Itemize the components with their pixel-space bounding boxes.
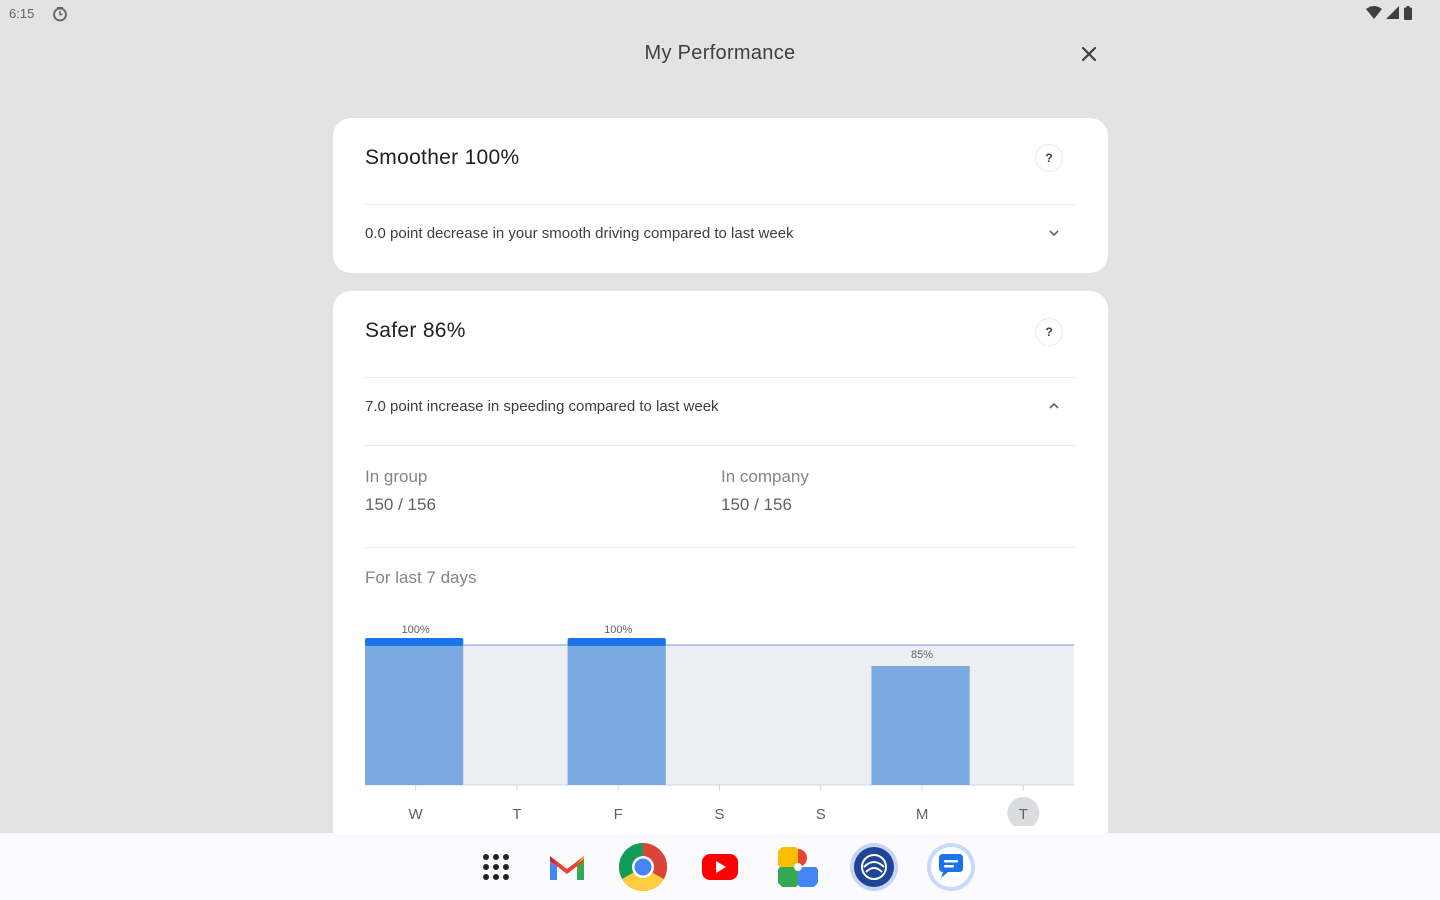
chart-x-tick-label: T xyxy=(512,806,521,823)
smoother-summary-text: 0.0 point decrease in your smooth drivin… xyxy=(365,224,794,242)
chart-data-label: 100% xyxy=(604,624,632,636)
smoother-card: Smoother 100% ? 0.0 point decrease in yo… xyxy=(333,118,1108,273)
safer-bar-chart: 100% W T 100% F S S 85% M T xyxy=(365,624,1074,826)
chart-bar xyxy=(871,666,970,785)
youtube-icon[interactable] xyxy=(695,842,745,892)
chart-x-tick-label: W xyxy=(409,806,424,823)
screen-record-icon xyxy=(53,7,67,22)
in-group-value: 150 / 156 xyxy=(365,495,436,514)
safer-help-button[interactable]: ? xyxy=(1035,318,1063,346)
page-title: My Performance xyxy=(644,42,796,64)
chart-data-label: 85% xyxy=(911,649,933,661)
safer-summary-row[interactable]: 7.0 point increase in speeding compared … xyxy=(365,394,1076,418)
status-time: 6:15 xyxy=(9,6,35,21)
in-company-stat: In company 150 / 156 xyxy=(721,467,809,515)
chart-x-tick-label: S xyxy=(714,806,724,823)
gmail-icon[interactable] xyxy=(542,842,592,892)
chevron-down-icon xyxy=(1046,225,1062,241)
chart-x-tick-label: T xyxy=(1019,806,1028,823)
fleet-app-icon[interactable] xyxy=(849,842,899,892)
safer-summary-text: 7.0 point increase in speeding compared … xyxy=(365,397,719,415)
chart-x-tick-label: M xyxy=(916,806,929,823)
divider xyxy=(365,204,1076,205)
in-company-value: 150 / 156 xyxy=(721,495,792,514)
divider xyxy=(365,377,1076,378)
divider xyxy=(365,547,1076,548)
messages-icon[interactable] xyxy=(926,842,976,892)
status-indicators xyxy=(1366,6,1412,20)
chart-data-label: 100% xyxy=(402,624,430,636)
cell-signal-icon xyxy=(1386,6,1399,19)
chart-bar xyxy=(567,645,666,785)
app-dock xyxy=(0,833,1440,900)
chart-bar-cap xyxy=(567,638,666,646)
battery-icon xyxy=(1404,6,1412,20)
status-bar: 6:15 xyxy=(0,0,1440,28)
safer-title: Safer 86% xyxy=(365,319,466,342)
smoother-help-button[interactable]: ? xyxy=(1035,144,1063,172)
wifi-icon xyxy=(1366,6,1382,19)
chrome-icon[interactable] xyxy=(618,842,668,892)
in-company-label: In company xyxy=(721,467,809,486)
photos-icon[interactable] xyxy=(773,842,823,892)
chart-x-tick-label: S xyxy=(816,806,826,823)
in-group-label: In group xyxy=(365,467,428,486)
close-button[interactable] xyxy=(1075,40,1103,68)
safer-card: Safer 86% ? 7.0 point increase in speedi… xyxy=(333,291,1108,851)
chart-bar xyxy=(365,645,464,785)
app-drawer-icon[interactable] xyxy=(471,842,521,892)
divider xyxy=(365,445,1076,446)
range-label: For last 7 days xyxy=(365,568,477,587)
chart-bar-cap xyxy=(365,638,464,646)
chevron-up-icon xyxy=(1046,398,1062,414)
in-group-stat: In group 150 / 156 xyxy=(365,467,436,515)
close-icon xyxy=(1081,46,1097,62)
chart-x-tick-label: F xyxy=(614,806,623,823)
smoother-title: Smoother 100% xyxy=(365,146,520,169)
smoother-summary-row[interactable]: 0.0 point decrease in your smooth drivin… xyxy=(365,221,1076,245)
